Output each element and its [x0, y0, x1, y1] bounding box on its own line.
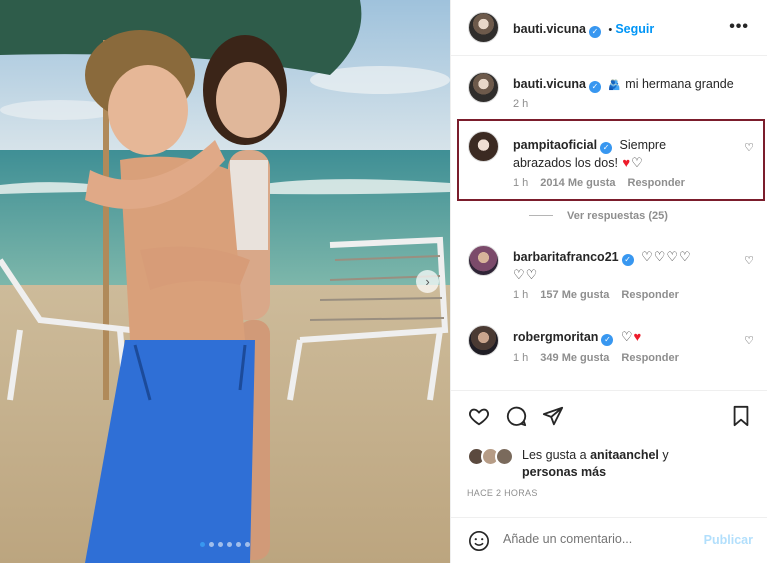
reply-button[interactable]: Responder	[628, 177, 685, 189]
post-actions: Les gusta a anitaanchel y personas más H…	[451, 390, 767, 530]
liked-by-suffix: y	[658, 448, 669, 462]
comment-barbarita: barbaritafranco21 ✓ ♡♡♡♡ ♡♡	[513, 248, 733, 283]
comment-username[interactable]: barbaritafranco21	[513, 250, 619, 264]
comment-likes[interactable]: 2014 Me gusta	[540, 177, 615, 189]
post-timestamp: HACE 2 HORAS	[467, 488, 538, 498]
reply-button[interactable]: Responder	[621, 289, 678, 301]
comment-pampita: pampitaoficial ✓ Siempre abrazados los do…	[513, 136, 733, 172]
share-paper-plane-icon[interactable]	[542, 405, 564, 427]
carousel-dots	[0, 542, 450, 547]
caption: bauti.vicuna ✓ 🫂 mi hermana grande	[513, 75, 734, 93]
beach-photo-image	[0, 0, 450, 563]
like-heart-icon[interactable]	[468, 405, 490, 427]
avatar[interactable]	[468, 325, 499, 356]
follow-button[interactable]: Seguir	[615, 22, 654, 36]
like-comment-heart-icon[interactable]: ♡	[744, 141, 754, 154]
verified-badge-icon: ✓	[588, 26, 601, 38]
liked-by-text[interactable]: Les gusta a anitaanchel y personas más	[522, 447, 669, 481]
comment-time: 1 h	[513, 352, 529, 364]
verified-badge-icon: ✓	[621, 254, 634, 266]
comment-meta: 1 h 2014 Me gusta Responder	[513, 177, 685, 189]
emoji-smiley-icon[interactable]	[468, 530, 490, 552]
heart-emojis: ♡♡♡♡	[641, 249, 692, 264]
heart-emojis: ♥♡	[622, 155, 644, 170]
comment-input[interactable]	[503, 532, 683, 546]
post-side-panel: bauti.vicuna ✓ • Seguir ••• bauti.vicuna ✓…	[450, 0, 767, 563]
more-options-icon[interactable]: •••	[729, 18, 749, 36]
liked-by-others[interactable]: personas más	[522, 465, 606, 479]
comment-time: 1 h	[513, 289, 529, 301]
carousel-dot	[245, 542, 250, 547]
carousel-dot	[227, 542, 232, 547]
post-photo: ›	[0, 0, 450, 563]
comment-roberg: robergmoritan ✓ ♡♥	[513, 328, 642, 346]
verified-badge-icon: ✓	[600, 142, 613, 154]
avatar[interactable]	[468, 72, 499, 103]
like-comment-heart-icon[interactable]: ♡	[744, 334, 754, 347]
comment-text-line1: Siempre	[619, 138, 667, 152]
liked-by-avatars	[467, 447, 519, 467]
add-comment-bar: Publicar	[451, 517, 767, 563]
heart-emojis: ♡♡	[513, 267, 539, 282]
carousel-dot	[209, 542, 214, 547]
next-photo-chevron-icon[interactable]: ›	[416, 270, 439, 293]
save-bookmark-icon[interactable]	[731, 405, 751, 427]
comment-likes[interactable]: 349 Me gusta	[540, 352, 609, 364]
caption-username[interactable]: bauti.vicuna	[513, 77, 586, 91]
verified-badge-icon: ✓	[601, 334, 614, 346]
liked-by-user[interactable]: anitaanchel	[590, 448, 659, 462]
comment-meta: 1 h 349 Me gusta Responder	[513, 352, 679, 364]
post-header: bauti.vicuna ✓ • Seguir •••	[451, 0, 767, 56]
caption-text: mi hermana grande	[625, 77, 734, 91]
avatar[interactable]	[468, 12, 499, 43]
view-replies-link[interactable]: Ver respuestas (25)	[529, 210, 668, 222]
like-comment-heart-icon[interactable]: ♡	[744, 254, 754, 267]
comment-likes[interactable]: 157 Me gusta	[540, 289, 609, 301]
post-author-username[interactable]: bauti.vicuna	[513, 22, 586, 36]
carousel-dot	[200, 542, 205, 547]
verified-badge-icon: ✓	[588, 81, 601, 93]
liked-by-prefix: Les gusta a	[522, 448, 591, 462]
publish-button[interactable]: Publicar	[704, 533, 753, 547]
comment-text-line2: abrazados los dos!	[513, 156, 618, 170]
view-replies-label: Ver respuestas (25)	[567, 210, 668, 222]
comment-username[interactable]: robergmoritan	[513, 330, 598, 344]
caption-emoji-icon: 🫂	[608, 80, 621, 91]
caption-time: 2 h	[513, 98, 529, 110]
heart-emojis: ♡♥	[620, 329, 643, 344]
comment-username[interactable]: pampitaoficial	[513, 138, 597, 152]
comment-bubble-icon[interactable]	[505, 405, 527, 427]
avatar[interactable]	[468, 245, 499, 276]
comment-time: 1 h	[513, 177, 529, 189]
carousel-dot	[218, 542, 223, 547]
comment-meta: 1 h 157 Me gusta Responder	[513, 289, 679, 301]
avatar[interactable]	[468, 131, 499, 162]
carousel-dot	[236, 542, 241, 547]
reply-button[interactable]: Responder	[621, 352, 678, 364]
